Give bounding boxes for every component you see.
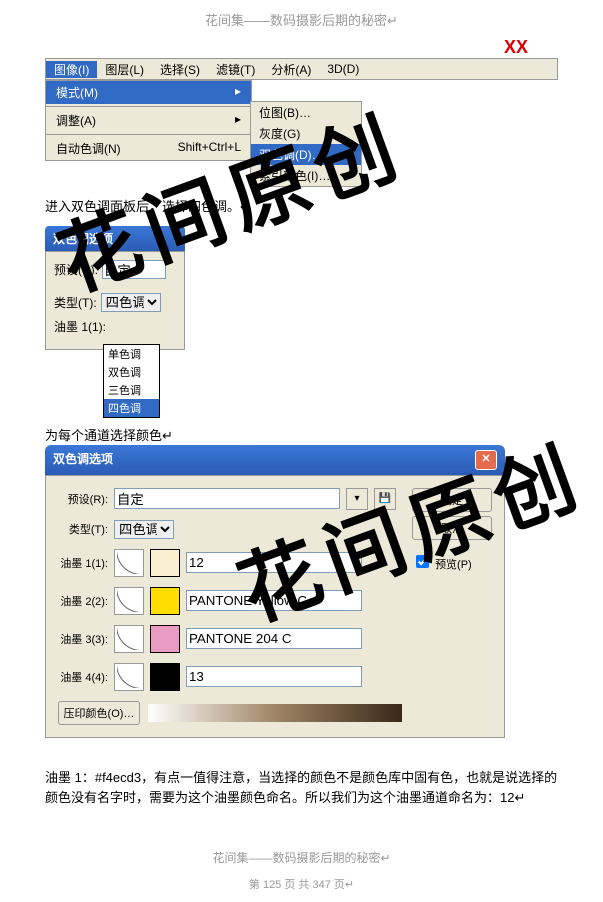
submenu-mode: 位图(B)… 灰度(G) 双色调(D)… 索引颜色(I)… <box>250 101 362 187</box>
menu-layer[interactable]: 图层(L) <box>97 61 152 78</box>
type2-label: 类型(T): <box>58 521 108 537</box>
type-dropdown-list: 单色调 双色调 三色调 四色调 <box>103 344 160 418</box>
submenu-image: 模式(M)▸ 调整(A)▸ 自动色调(N)Shift+Ctrl+L <box>45 80 252 161</box>
dd-opt-1[interactable]: 单色调 <box>104 345 159 363</box>
ink3-swatch[interactable] <box>150 625 180 653</box>
overprint-button[interactable]: 压印颜色(O)… <box>58 701 140 725</box>
preview-checkbox-row[interactable]: 预览(P) <box>412 552 492 572</box>
ink1-label: 油墨 1(1): <box>54 318 106 335</box>
ink2-label: 油墨 2(2): <box>58 593 108 609</box>
menu-mode[interactable]: 模式(M)▸ <box>46 81 251 104</box>
ink1-curve[interactable] <box>114 549 144 577</box>
ink1-swatch[interactable] <box>150 549 180 577</box>
ink4-name-input[interactable] <box>186 666 362 687</box>
menu-filter[interactable]: 滤镜(T) <box>208 61 263 78</box>
ink2-curve[interactable] <box>114 587 144 615</box>
page-footer-title: 花间集——数码摄影后期的秘密↵ <box>45 849 558 866</box>
preset2-input[interactable] <box>114 488 340 509</box>
preset-input[interactable] <box>102 260 166 279</box>
ink3-label: 油墨 3(3): <box>58 631 108 647</box>
xx-mark: XX <box>45 37 558 58</box>
close-icon[interactable]: ✕ <box>475 450 497 470</box>
menu-image[interactable]: 图像(I) <box>46 61 97 78</box>
preset-label: 预设(R): <box>54 261 98 278</box>
menu-3d[interactable]: 3D(D) <box>319 62 367 76</box>
menu-analyze[interactable]: 分析(A) <box>263 61 319 78</box>
dialog2-title: 双色调选项 <box>53 450 113 470</box>
page-footer-number: 第 125 页 共 347 页↵ <box>45 876 558 892</box>
dd-opt-4[interactable]: 四色调 <box>104 399 159 417</box>
body-text-3: 油墨 1：#f4ecd3，有点一值得注意，当选择的颜色不是颜色库中固有色，也就是… <box>45 768 558 810</box>
menu-adjust[interactable]: 调整(A)▸ <box>46 109 251 132</box>
preset-menu-icon[interactable]: ▾ <box>346 488 368 510</box>
preset-save-icon[interactable]: 💾 <box>374 488 396 510</box>
page-header: 花间集——数码摄影后期的秘密↵ <box>45 10 558 29</box>
preset2-label: 预设(R): <box>58 491 108 507</box>
ink3-name-input[interactable] <box>186 628 362 649</box>
preview-checkbox[interactable] <box>416 555 429 568</box>
mode-gray[interactable]: 灰度(G) <box>251 123 361 144</box>
ink1-name-input[interactable] <box>186 552 362 573</box>
duotone-dialog-2: 双色调选项 ✕ 预设(R): ▾ 💾 类型(T): 四色调 油墨 1(1): 油… <box>45 445 505 738</box>
overprint-gradient <box>148 704 402 722</box>
menu-select[interactable]: 选择(S) <box>152 61 208 78</box>
ink4-swatch[interactable] <box>150 663 180 691</box>
dd-opt-3[interactable]: 三色调 <box>104 381 159 399</box>
type-select[interactable]: 四色调 <box>101 293 161 312</box>
body-text-1: 进入双色调面板后，选择四色调。↵ <box>45 197 558 218</box>
ink2-name-input[interactable] <box>186 590 362 611</box>
type2-select[interactable]: 四色调 <box>114 520 174 539</box>
ink2-swatch[interactable] <box>150 587 180 615</box>
body-text-2: 为每个通道选择颜色↵ <box>45 426 558 447</box>
mode-duotone[interactable]: 双色调(D)… <box>251 144 361 165</box>
menu-auto-tone[interactable]: 自动色调(N)Shift+Ctrl+L <box>46 137 251 160</box>
ink4-curve[interactable] <box>114 663 144 691</box>
mode-bitmap[interactable]: 位图(B)… <box>251 102 361 123</box>
app-menubar: 图像(I) 图层(L) 选择(S) 滤镜(T) 分析(A) 3D(D) <box>45 58 558 80</box>
type-label: 类型(T): <box>54 294 97 311</box>
dd-opt-2[interactable]: 双色调 <box>104 363 159 381</box>
duotone-dialog-1: 双色调选项 预设(R): 类型(T):四色调 油墨 1(1): 单色调 双色调 … <box>45 226 185 418</box>
cancel-button[interactable]: 取消 <box>412 516 492 540</box>
dialog-title: 双色调选项 <box>45 226 185 251</box>
mode-indexed[interactable]: 索引颜色(I)… <box>251 165 361 186</box>
ink4-label: 油墨 4(4): <box>58 669 108 685</box>
ink3-curve[interactable] <box>114 625 144 653</box>
ink1-label-2: 油墨 1(1): <box>58 555 108 571</box>
ok-button[interactable]: 确定 <box>412 488 492 512</box>
